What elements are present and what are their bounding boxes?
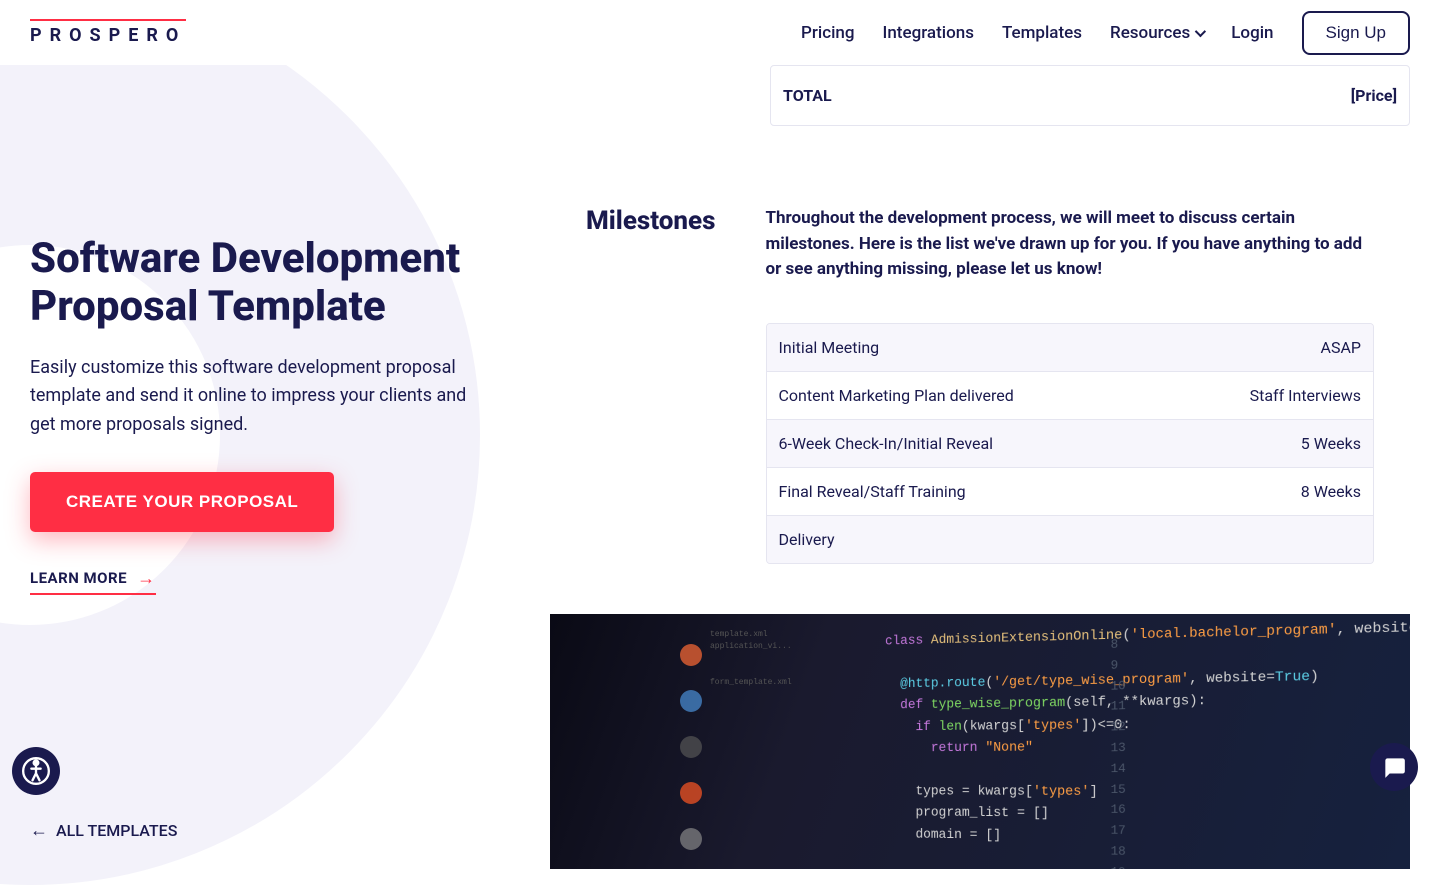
milestones-section: Milestones Throughout the development pr… — [550, 206, 1410, 564]
total-label: TOTAL — [783, 86, 832, 105]
document-content: TOTAL [Price] Milestones Throughout the … — [550, 65, 1410, 869]
milestone-label: Content Marketing Plan delivered — [779, 386, 1014, 405]
top-nav: PROSPERO Pricing Integrations Templates … — [0, 0, 1440, 65]
chat-icon — [1381, 754, 1407, 780]
milestone-value: 5 Weeks — [1301, 434, 1361, 453]
table-row: Final Reveal/Staff Training 8 Weeks — [767, 468, 1374, 516]
accessibility-icon — [22, 757, 50, 785]
total-row: TOTAL [Price] — [770, 65, 1410, 126]
learn-more-link[interactable]: LEARN MORE → — [30, 568, 156, 595]
milestone-label: Initial Meeting — [779, 338, 880, 357]
left-content: Software Development Proposal Template E… — [30, 95, 520, 595]
page-title: Software Development Proposal Template — [30, 235, 520, 332]
left-panel: Software Development Proposal Template E… — [0, 65, 550, 869]
table-row: Initial Meeting ASAP — [767, 324, 1374, 372]
arrow-left-icon: ← — [30, 820, 48, 841]
milestone-value: Staff Interviews — [1250, 386, 1361, 405]
nav-resources-label: Resources — [1110, 23, 1190, 43]
nav-integrations[interactable]: Integrations — [883, 23, 974, 43]
learn-more-label: LEARN MORE — [30, 569, 127, 587]
accessibility-button[interactable] — [12, 747, 60, 795]
table-row: Content Marketing Plan delivered Staff I… — [767, 372, 1374, 420]
nav-templates[interactable]: Templates — [1002, 23, 1082, 43]
all-templates-link[interactable]: ← ALL TEMPLATES — [30, 820, 177, 841]
page-description: Easily customize this software developme… — [30, 354, 475, 440]
total-value: [Price] — [1351, 86, 1397, 105]
milestones-heading: Milestones — [586, 206, 716, 564]
code-screenshot-image: template.xmlapplication_vi...form_templa… — [550, 614, 1410, 869]
arrow-right-icon: → — [137, 568, 156, 589]
milestone-label: Final Reveal/Staff Training — [779, 482, 966, 501]
create-proposal-button[interactable]: CREATE YOUR PROPOSAL — [30, 472, 334, 532]
milestones-body: Throughout the development process, we w… — [766, 206, 1375, 564]
all-templates-label: ALL TEMPLATES — [56, 821, 177, 840]
nav-login[interactable]: Login — [1231, 23, 1273, 43]
main: Software Development Proposal Template E… — [0, 65, 1440, 869]
milestones-table: Initial Meeting ASAP Content Marketing P… — [766, 323, 1375, 564]
milestone-label: 6-Week Check-In/Initial Reveal — [779, 434, 994, 453]
milestones-intro: Throughout the development process, we w… — [766, 206, 1375, 283]
logo[interactable]: PROSPERO — [30, 19, 186, 46]
chevron-down-icon — [1195, 25, 1206, 36]
nav-resources[interactable]: Resources — [1110, 23, 1203, 43]
nav-links: Pricing Integrations Templates Resources… — [801, 11, 1410, 55]
chat-button[interactable] — [1370, 743, 1418, 791]
table-row: Delivery — [767, 516, 1374, 563]
table-row: 6-Week Check-In/Initial Reveal 5 Weeks — [767, 420, 1374, 468]
right-panel: TOTAL [Price] Milestones Throughout the … — [550, 65, 1440, 869]
milestone-value: ASAP — [1321, 338, 1361, 357]
milestone-value: 8 Weeks — [1301, 482, 1361, 501]
signup-button[interactable]: Sign Up — [1302, 11, 1410, 55]
nav-pricing[interactable]: Pricing — [801, 23, 855, 43]
milestone-label: Delivery — [779, 530, 835, 549]
